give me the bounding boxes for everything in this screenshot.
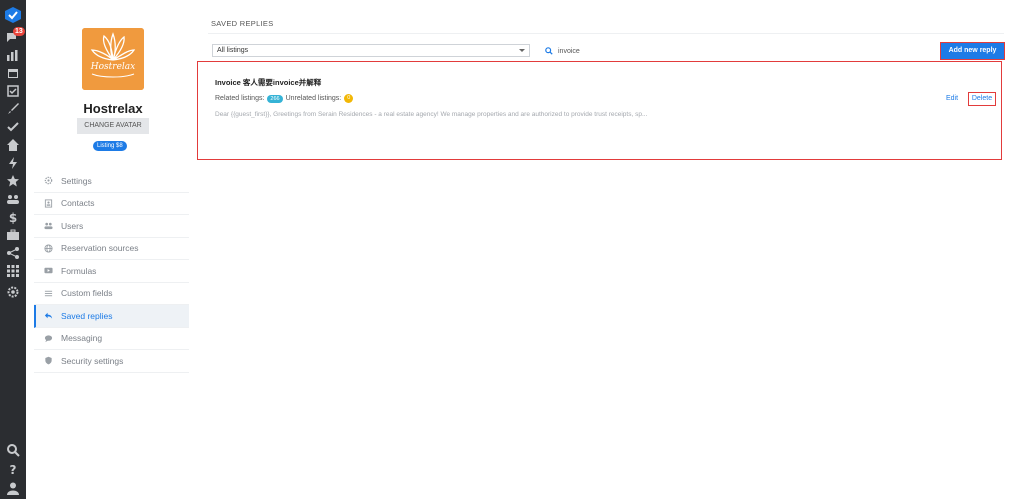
listing-badge: Listing $8 bbox=[93, 141, 127, 151]
star-icon[interactable] bbox=[6, 174, 20, 188]
dollar-icon[interactable]: $ bbox=[6, 210, 20, 224]
menu-item-label: Reservation sources bbox=[61, 243, 139, 254]
add-new-reply-button[interactable]: Add new reply bbox=[940, 42, 1005, 60]
hostrelax-logo: Hostrelax bbox=[82, 28, 144, 90]
menu-item-label: Custom fields bbox=[61, 288, 113, 299]
menu-item-label: Contacts bbox=[61, 198, 95, 209]
delete-reply-button[interactable]: Delete bbox=[968, 92, 996, 106]
menu-item-label: Users bbox=[61, 220, 84, 231]
globe-icon bbox=[44, 244, 53, 253]
contacts-icon bbox=[44, 199, 53, 208]
divider bbox=[208, 33, 1004, 34]
menu-item-reservation-sources[interactable]: Reservation sources bbox=[34, 238, 189, 260]
svg-text:Hostrelax: Hostrelax bbox=[90, 62, 135, 72]
related-listings-label: Related listings: bbox=[215, 95, 265, 102]
menu-item-label: Messaging bbox=[61, 333, 103, 344]
menu-item-label: Security settings bbox=[61, 355, 124, 366]
check-icon[interactable] bbox=[6, 120, 20, 134]
reply-icon bbox=[44, 313, 53, 319]
notification-badge: 13 bbox=[13, 27, 25, 36]
gear-icon bbox=[44, 176, 53, 185]
menu-item-label: Settings bbox=[61, 175, 92, 186]
help-icon[interactable]: ? bbox=[6, 462, 20, 476]
menu-item-contacts[interactable]: Contacts bbox=[34, 193, 189, 215]
icon-rail: 13 $ ? bbox=[0, 0, 26, 499]
chat-icon bbox=[44, 335, 53, 342]
search-icon[interactable] bbox=[6, 443, 20, 457]
organization-name: Hostrelax bbox=[83, 101, 143, 116]
menu-item-label: Formulas bbox=[61, 265, 97, 276]
team-icon[interactable] bbox=[6, 192, 20, 206]
menu-item-custom-fields[interactable]: Custom fields bbox=[34, 283, 189, 305]
edit-reply-link[interactable]: Edit bbox=[946, 95, 958, 102]
briefcase-icon[interactable] bbox=[6, 228, 20, 242]
listings-select[interactable]: All listings bbox=[212, 44, 530, 57]
menu-item-formulas[interactable]: Formulas bbox=[34, 260, 189, 283]
svg-text:?: ? bbox=[10, 463, 17, 476]
menu-item-messaging[interactable]: Messaging bbox=[34, 328, 189, 350]
unrelated-listings-count: 0 bbox=[344, 94, 354, 103]
share-icon[interactable] bbox=[6, 246, 20, 260]
listings-select-value: All listings bbox=[217, 47, 249, 54]
svg-text:$: $ bbox=[9, 211, 17, 224]
users-icon bbox=[44, 223, 53, 230]
search-input-value: invoice bbox=[558, 47, 580, 55]
analytics-icon[interactable] bbox=[6, 48, 20, 62]
menu-item-settings[interactable]: Settings bbox=[34, 170, 189, 193]
user-icon[interactable] bbox=[6, 481, 20, 495]
caret-down-icon bbox=[519, 49, 525, 52]
home-icon[interactable] bbox=[6, 138, 20, 152]
avatar[interactable]: Hostrelax bbox=[82, 28, 144, 90]
formula-icon bbox=[44, 268, 53, 274]
calendar-icon[interactable] bbox=[6, 66, 20, 80]
apps-icon[interactable] bbox=[6, 264, 20, 278]
reply-meta: Related listings: 266 Unrelated listings… bbox=[215, 94, 354, 103]
menu-item-saved-replies[interactable]: Saved replies bbox=[34, 305, 189, 328]
list-icon bbox=[44, 290, 53, 296]
menu-item-security-settings[interactable]: Security settings bbox=[34, 350, 189, 373]
search-icon bbox=[545, 47, 553, 55]
menu-item-label: Saved replies bbox=[61, 310, 113, 321]
check-logo-icon[interactable] bbox=[4, 6, 22, 24]
reply-title: Invoice 客人需要invoice并解释 bbox=[215, 78, 322, 87]
bolt-icon[interactable] bbox=[6, 156, 20, 170]
tasks-icon[interactable] bbox=[6, 84, 20, 98]
unrelated-listings-label: Unrelated listings: bbox=[285, 95, 342, 102]
brush-icon[interactable] bbox=[6, 102, 20, 116]
shield-icon bbox=[45, 356, 52, 365]
page-title: SAVED REPLIES bbox=[211, 19, 274, 28]
gear-icon[interactable] bbox=[6, 285, 20, 299]
change-avatar-button[interactable]: CHANGE AVATAR bbox=[77, 118, 149, 134]
saved-reply-card: Invoice 客人需要invoice并解释 Related listings:… bbox=[197, 61, 1002, 160]
related-listings-count: 266 bbox=[267, 94, 283, 103]
menu-item-users[interactable]: Users bbox=[34, 215, 189, 238]
reply-preview: Dear {{guest_first}}, Greetings from Ser… bbox=[215, 111, 648, 118]
settings-menu: Settings Contacts Users Reservation sour… bbox=[34, 170, 189, 373]
search-input[interactable]: invoice bbox=[545, 45, 745, 57]
